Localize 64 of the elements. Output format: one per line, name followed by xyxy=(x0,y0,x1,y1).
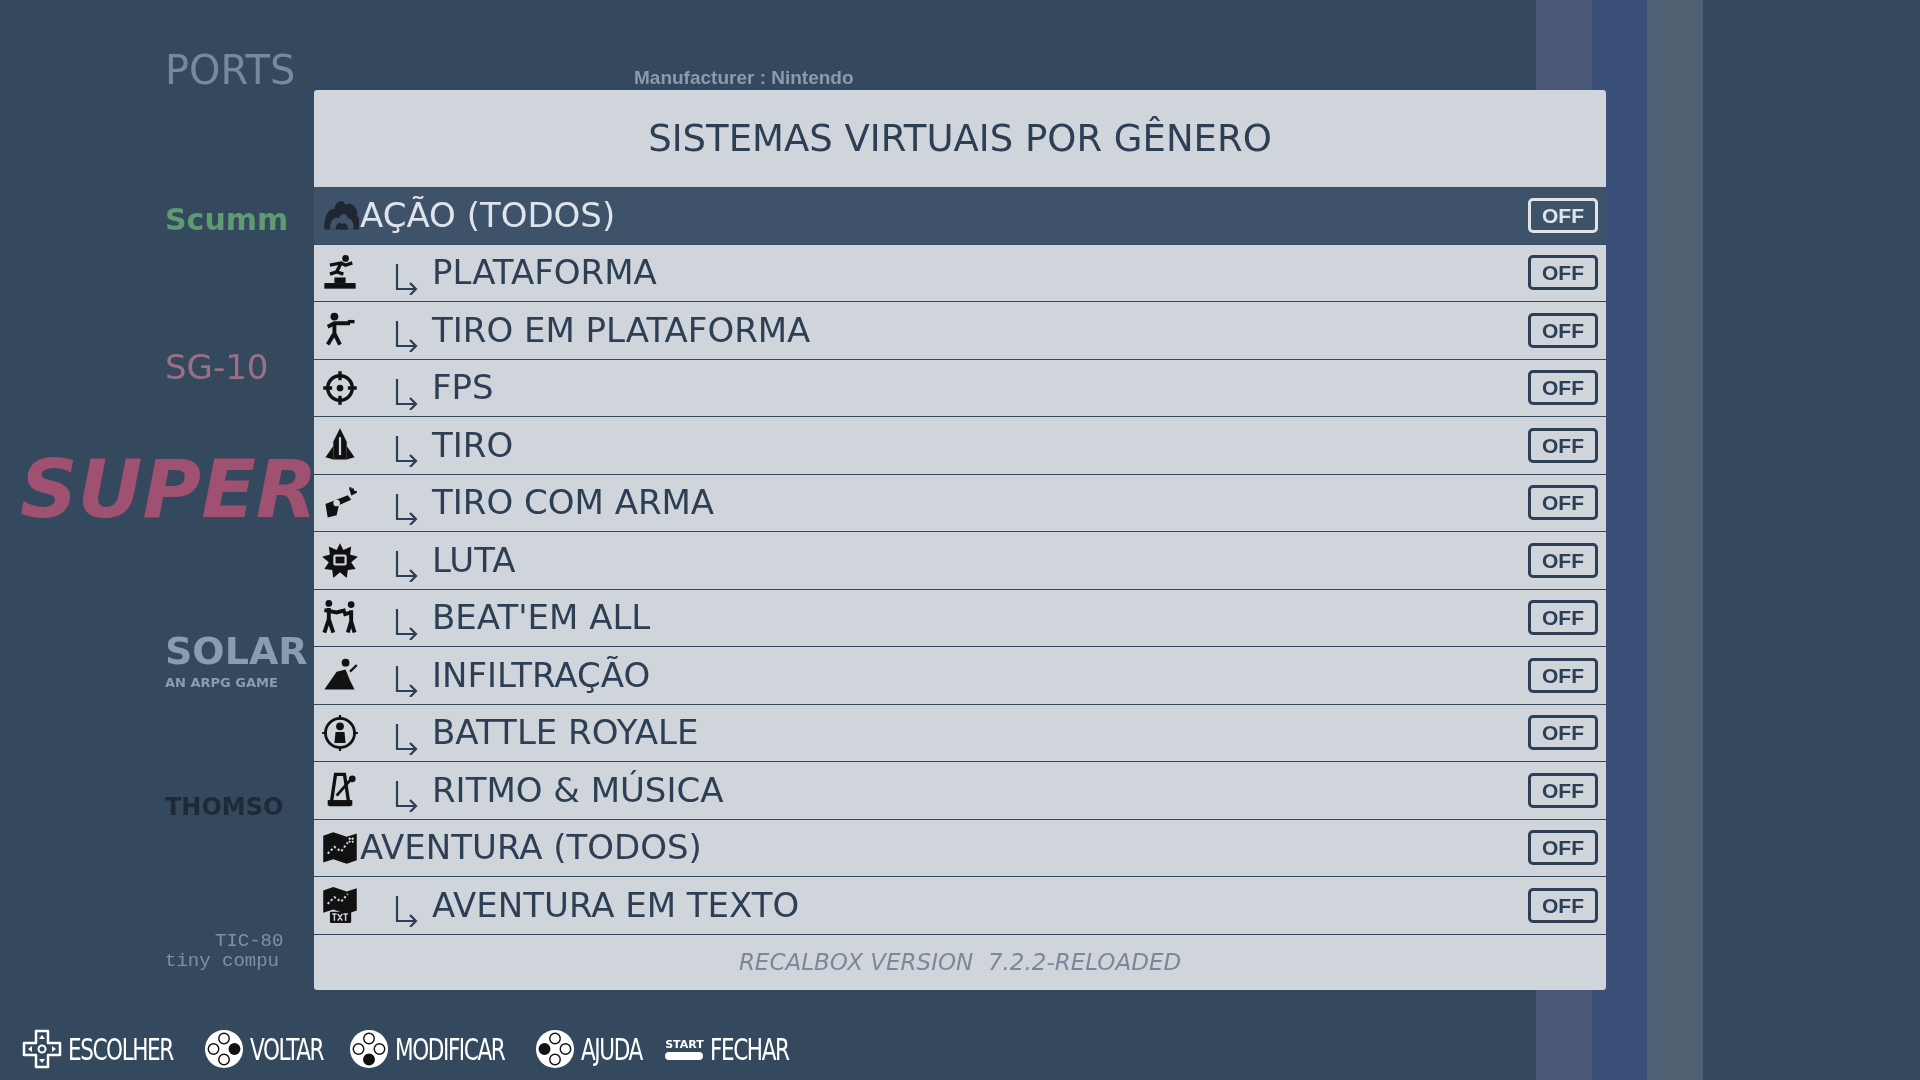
item-label: RITMO & MÚSICA xyxy=(432,768,724,812)
item-label: AVENTURA (TODOS) xyxy=(360,826,702,870)
branch-arrow-icon xyxy=(394,607,420,640)
logo-text: SG-10 xyxy=(165,350,269,384)
logo-text: TIC-80 xyxy=(215,932,284,951)
toggle-switch[interactable]: OFF xyxy=(1528,830,1598,866)
toggle-switch[interactable]: OFF xyxy=(1528,312,1598,348)
item-label: AVENTURA EM TEXTO xyxy=(432,883,800,927)
branch-arrow-icon xyxy=(394,665,420,698)
start-button-icon xyxy=(665,1051,704,1060)
toggle-switch[interactable]: OFF xyxy=(1528,657,1598,693)
help-label: ESCOLHER xyxy=(68,1030,173,1069)
help-label: MODIFICAR xyxy=(394,1030,504,1069)
item-label: LUTA xyxy=(432,538,516,582)
toggle-switch[interactable]: OFF xyxy=(1528,542,1598,578)
gamepad-buttons-icon xyxy=(535,1029,576,1069)
toggle-switch[interactable]: OFF xyxy=(1528,485,1598,521)
item-label: AÇÃO (TODOS) xyxy=(360,193,616,237)
start-label: START xyxy=(665,1038,704,1050)
version-text: RECALBOX VERSION 7.2.2-RELOADED xyxy=(738,947,1182,977)
item-label: BATTLE ROYALE xyxy=(432,711,699,755)
branch-arrow-icon xyxy=(394,550,420,583)
logo-text: SOLAR xyxy=(165,632,308,670)
logo-text: Scumm xyxy=(165,205,289,235)
toggle-switch[interactable]: OFF xyxy=(1528,427,1598,463)
item-label: INFILTRAÇÃO xyxy=(432,653,651,697)
item-label: TIRO COM ARMA xyxy=(432,481,715,525)
gamepad-buttons-icon xyxy=(204,1029,245,1069)
fist-burst-icon xyxy=(321,541,359,580)
toggle-switch[interactable]: OFF xyxy=(1528,887,1598,923)
branch-arrow-icon xyxy=(394,492,420,525)
toggle-switch[interactable]: OFF xyxy=(1528,600,1598,636)
item-label: TIRO xyxy=(432,423,514,467)
branch-arrow-icon xyxy=(394,780,420,813)
toggle-switch[interactable]: OFF xyxy=(1528,772,1598,808)
target-figure-icon xyxy=(321,713,359,752)
manufacturer-text: Manufacturer : Nintendo xyxy=(634,66,854,90)
branch-arrow-icon xyxy=(394,320,420,353)
item-label: PLATAFORMA xyxy=(432,251,657,295)
help-label: FECHAR xyxy=(709,1030,789,1069)
help-label: AJUDA xyxy=(581,1030,643,1069)
toggle-switch[interactable]: OFF xyxy=(1528,370,1598,406)
dpad-icon xyxy=(22,1029,62,1069)
branch-arrow-icon xyxy=(394,722,420,755)
item-label: FPS xyxy=(432,366,494,410)
toggle-switch[interactable]: OFF xyxy=(1528,715,1598,751)
branch-arrow-icon xyxy=(394,262,420,295)
toggle-switch[interactable]: OFF xyxy=(1528,197,1598,233)
logo-text: AN ARPG GAME xyxy=(165,676,278,689)
gamepad-buttons-icon xyxy=(348,1029,389,1069)
logo-text: PORTS xyxy=(165,50,296,90)
menu-item[interactable]: AÇÃO (TODOS) OFF xyxy=(314,187,1606,245)
toggle-switch[interactable]: OFF xyxy=(1528,255,1598,291)
branch-arrow-icon xyxy=(394,377,420,410)
text-map-icon xyxy=(321,886,359,925)
logo-text: tiny compu xyxy=(165,952,280,971)
branch-arrow-icon xyxy=(394,895,420,928)
item-label: TIRO EM PLATAFORMA xyxy=(432,308,811,352)
dialog-title: SISTEMAS VIRTUAIS POR GÊNERO xyxy=(648,115,1272,162)
crosshair-icon xyxy=(321,368,359,407)
jumping-figure-icon xyxy=(321,253,359,292)
item-label: BEAT'EM ALL xyxy=(432,596,651,640)
help-label: VOLTAR xyxy=(250,1030,324,1069)
branch-arrow-icon xyxy=(394,435,420,468)
